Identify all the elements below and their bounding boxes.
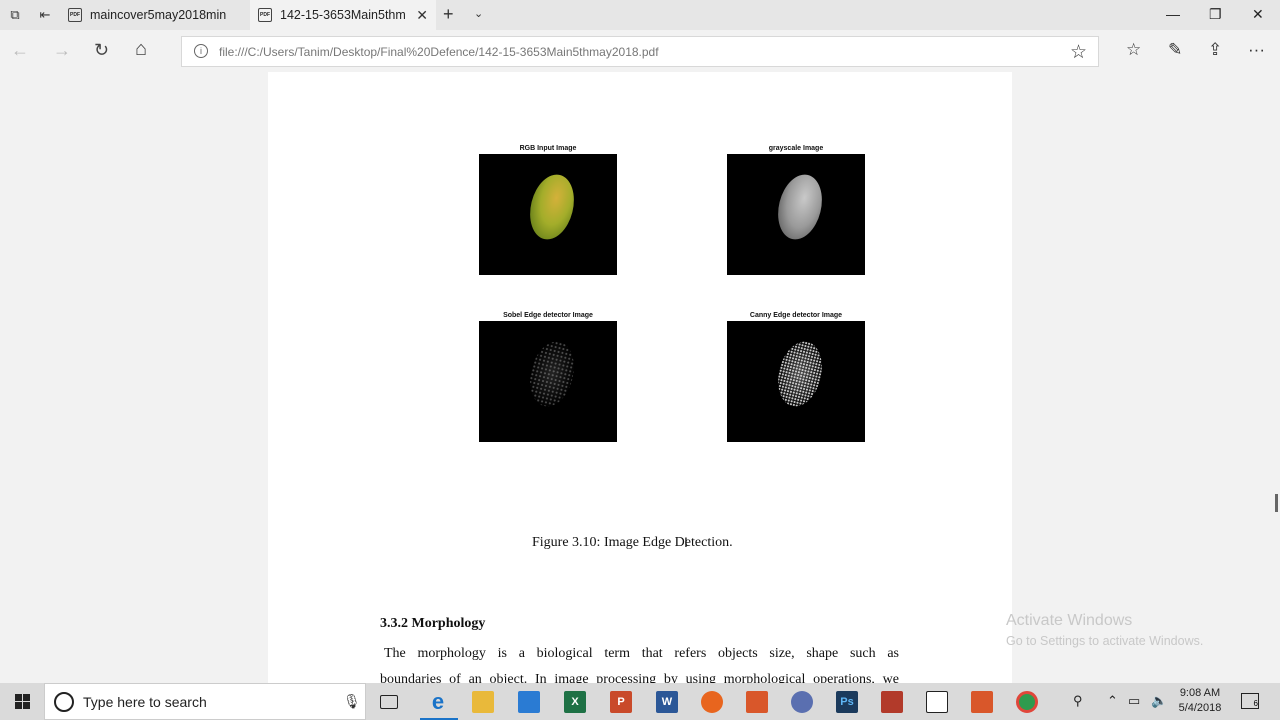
- text-cursor-icon: I: [684, 534, 688, 550]
- tab-bar: ⧉ ⇤ PDF maincover5may2018minimu PDF 142-…: [0, 0, 1280, 30]
- watermark-title: Activate Windows: [1006, 612, 1133, 629]
- tab-title: 142-15-3653Main5thm: [280, 8, 406, 22]
- tab-preview-chevron-icon[interactable]: ⌄: [474, 7, 483, 20]
- app-icon[interactable]: [881, 691, 903, 713]
- new-tab-icon[interactable]: +: [443, 4, 454, 25]
- favorite-star-icon[interactable]: ☆: [1070, 41, 1087, 64]
- photoshop-icon[interactable]: Ps: [836, 691, 858, 713]
- set-aside-tabs-icon[interactable]: ⇤: [36, 6, 54, 24]
- action-center-icon[interactable]: 6: [1241, 693, 1259, 709]
- sobel-edge-image: [479, 321, 617, 442]
- info-icon[interactable]: i: [194, 44, 208, 58]
- grayscale-image: [727, 154, 865, 275]
- matlab-icon[interactable]: [746, 691, 768, 713]
- figure-grayscale: grayscale Image: [727, 144, 865, 275]
- pdf-icon: PDF: [68, 8, 82, 22]
- clock[interactable]: 9:08 AM 5/4/2018: [1172, 686, 1228, 716]
- home-icon[interactable]: ⌂: [135, 38, 147, 61]
- store-icon[interactable]: [518, 691, 540, 713]
- navigation-bar: ← → ↻ ⌂ i file:///C:/Users/Tanim/Desktop…: [0, 30, 1280, 72]
- minimize-icon[interactable]: —: [1166, 6, 1180, 22]
- task-view-icon[interactable]: [380, 695, 398, 709]
- window-close-icon[interactable]: ✕: [1252, 6, 1264, 23]
- show-hidden-icons-chevron-icon[interactable]: ⌃: [1107, 693, 1118, 709]
- file-explorer-icon[interactable]: [472, 691, 494, 713]
- excel-icon[interactable]: X: [564, 691, 586, 713]
- edge-icon[interactable]: e: [427, 689, 449, 714]
- restore-icon[interactable]: ❐: [1209, 6, 1222, 23]
- taskbar: Type here to search 🎙 e X P W Ps ⚲ ⌃ ▭ 🔈…: [0, 683, 1280, 720]
- tab-maincover[interactable]: PDF maincover5may2018minimu: [60, 0, 246, 30]
- volume-icon[interactable]: 🔈: [1151, 693, 1167, 709]
- figure-canny: Canny Edge detector Image: [727, 311, 865, 442]
- powerpoint-icon[interactable]: P: [610, 691, 632, 713]
- tab-close-icon[interactable]: ✕: [416, 7, 428, 24]
- taskbar-search[interactable]: Type here to search 🎙: [44, 683, 366, 720]
- address-bar[interactable]: i file:///C:/Users/Tanim/Desktop/Final%2…: [181, 36, 1099, 67]
- watermark-subtitle: Go to Settings to activate Windows.: [1006, 634, 1204, 648]
- figure-sobel: Sobel Edge detector Image: [479, 311, 617, 442]
- pdf-viewer[interactable]: RGB Input Image grayscale Image Sobel Ed…: [0, 72, 1280, 683]
- figure-caption: RGB Input Image: [519, 145, 577, 152]
- figure-caption: Sobel Edge detector Image: [503, 312, 593, 319]
- paragraph-line: The morphology is a biological term that…: [384, 646, 899, 661]
- web-note-icon[interactable]: ✎: [1168, 40, 1182, 60]
- paragraph: The morphology is a biological term that…: [380, 641, 899, 683]
- figure-caption-text: Figure 3.10: Image Edge Detection.: [532, 535, 733, 550]
- refresh-icon[interactable]: ↻: [94, 40, 109, 61]
- mail-icon[interactable]: [926, 691, 948, 713]
- cortana-icon: [54, 692, 74, 712]
- matlab-icon-2[interactable]: [971, 691, 993, 713]
- back-icon[interactable]: ←: [11, 40, 29, 61]
- firefox-icon[interactable]: [701, 691, 723, 713]
- address-url[interactable]: file:///C:/Users/Tanim/Desktop/Final%20D…: [219, 45, 659, 59]
- rgb-image: [479, 154, 617, 275]
- activate-windows-watermark: Activate Windows Go to Settings to activ…: [1006, 612, 1203, 648]
- forward-icon[interactable]: →: [53, 40, 71, 61]
- tab-main-document[interactable]: PDF 142-15-3653Main5thm ✕: [250, 0, 436, 30]
- figure-caption: grayscale Image: [768, 145, 824, 152]
- paragraph-line: boundaries of an object. In image proces…: [380, 672, 899, 683]
- share-icon[interactable]: ⇪: [1208, 40, 1222, 60]
- figure-rgb-input: RGB Input Image: [479, 144, 617, 275]
- clock-date: 5/4/2018: [1178, 702, 1222, 714]
- canny-edge-image: [727, 321, 865, 442]
- media-player-icon[interactable]: [791, 691, 813, 713]
- tab-actions-icon[interactable]: ⧉: [6, 6, 24, 24]
- word-icon[interactable]: W: [656, 691, 678, 713]
- pdf-page: RGB Input Image grayscale Image Sobel Ed…: [268, 72, 1012, 683]
- windows-logo-icon: [14, 694, 30, 709]
- tab-title: maincover5may2018minimu: [90, 8, 226, 22]
- start-button[interactable]: [0, 683, 44, 720]
- search-placeholder[interactable]: Type here to search: [83, 694, 207, 710]
- pdf-icon: PDF: [258, 8, 272, 22]
- notification-count: 6: [1253, 699, 1258, 708]
- scrollbar-thumb[interactable]: [1275, 494, 1278, 512]
- favorites-hub-icon[interactable]: ☆: [1126, 40, 1141, 60]
- clock-time: 9:08 AM: [1179, 687, 1221, 699]
- figure-caption: Canny Edge detector Image: [749, 312, 843, 319]
- chrome-icon[interactable]: [1016, 691, 1038, 713]
- microphone-icon[interactable]: 🎙: [343, 693, 361, 710]
- more-icon[interactable]: ···: [1248, 40, 1265, 60]
- people-icon[interactable]: ⚲: [1073, 693, 1083, 709]
- battery-icon[interactable]: ▭: [1128, 693, 1140, 709]
- section-heading: 3.3.2 Morphology: [380, 616, 486, 631]
